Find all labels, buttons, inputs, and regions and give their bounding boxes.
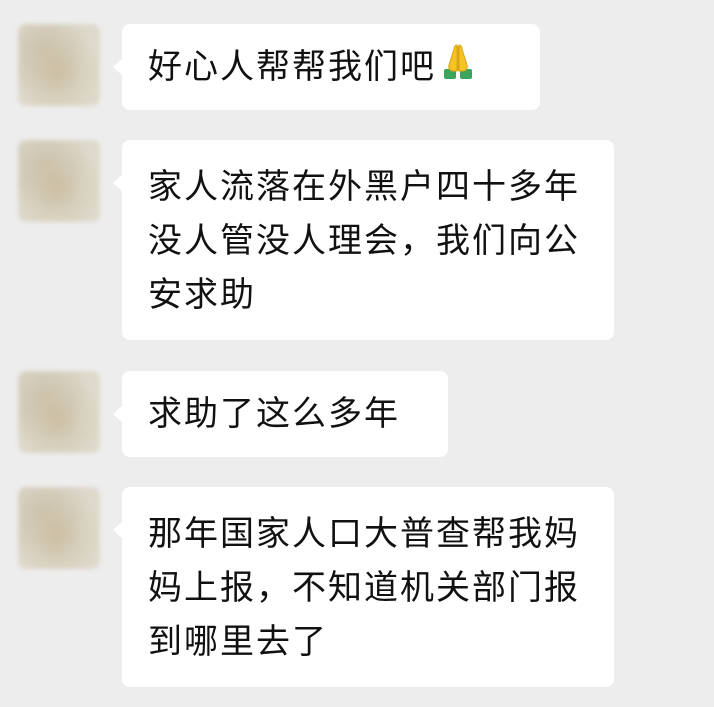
avatar[interactable] — [18, 24, 100, 106]
message-text: 求助了这么多年 — [148, 394, 400, 434]
message-bubble[interactable]: 求助了这么多年 — [113, 371, 448, 457]
avatar[interactable] — [18, 140, 100, 222]
message-text: 好心人帮帮我们吧 — [148, 47, 436, 87]
avatar[interactable] — [18, 371, 100, 453]
message-bubble[interactable]: 好心人帮帮我们吧 — [113, 24, 540, 110]
message-text: 那年国家人口大普查帮我妈妈上报，不知道机关部门报到哪里去了 — [148, 514, 580, 662]
message-bubble[interactable]: 家人流落在外黑户四十多年没人管没人理会，我们向公安求助 — [113, 140, 614, 340]
folded-hands-icon — [438, 41, 478, 97]
message-bubble[interactable]: 那年国家人口大普查帮我妈妈上报，不知道机关部门报到哪里去了 — [113, 487, 614, 687]
chat-area: 好心人帮帮我们吧 家人流落在外黑户四十多年没人管没人理会，我们向公安求助 求助了… — [0, 0, 714, 707]
avatar[interactable] — [18, 487, 100, 569]
message-text: 家人流落在外黑户四十多年没人管没人理会，我们向公安求助 — [148, 167, 580, 315]
